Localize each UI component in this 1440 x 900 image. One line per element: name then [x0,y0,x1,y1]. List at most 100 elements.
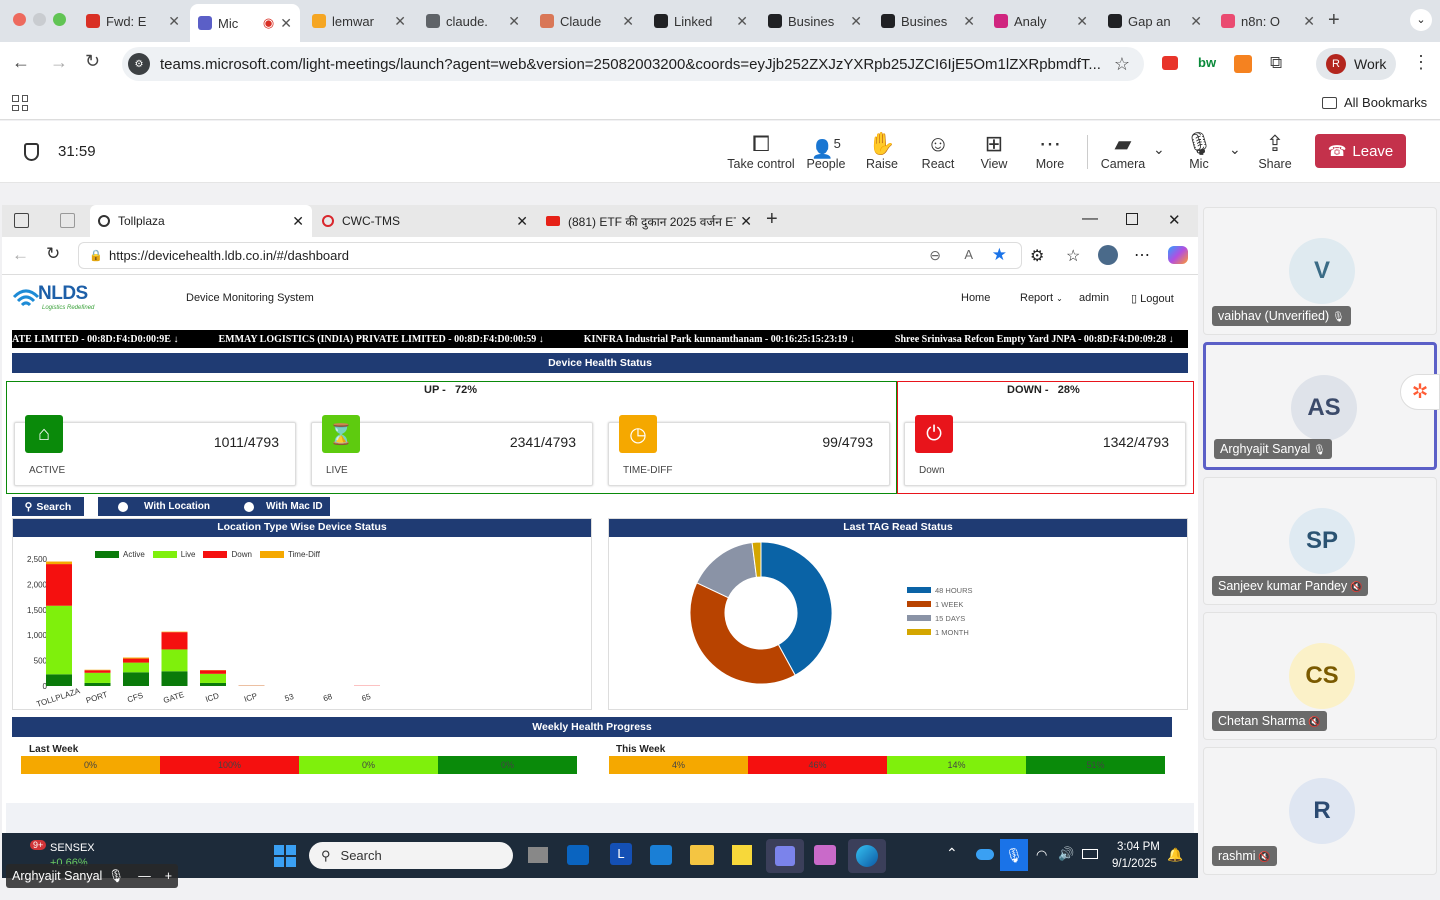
edge-back-icon[interactable]: ← [12,245,29,265]
expand-share-icon[interactable]: + [165,869,172,883]
windows-start-icon[interactable] [274,845,296,867]
browser-tab[interactable]: Linked ✕ [646,8,756,34]
show-hidden-icons-icon[interactable]: ⌃ [946,845,958,862]
extension-bw-icon[interactable]: bw [1198,55,1216,70]
reload-icon[interactable]: ↻ [85,51,100,72]
edge-profile-avatar[interactable] [1098,245,1118,265]
site-info-icon[interactable]: ⚙ [128,53,150,75]
edge-address-bar[interactable]: 🔒 https://devicehealth.ldb.co.in/#/dashb… [78,242,1022,269]
nav-admin[interactable]: admin [1079,292,1109,304]
zoom-icon[interactable]: ⊖ [929,247,941,264]
apps-grid-icon[interactable] [12,95,28,111]
minimize-window-button[interactable] [33,13,46,26]
bar-segment[interactable] [200,670,226,674]
bar-segment[interactable] [46,605,72,675]
favorite-star-icon[interactable]: ★ [992,245,1007,265]
back-icon[interactable]: ← [12,52,30,73]
nav-home[interactable]: Home [961,292,990,304]
bar-segment[interactable] [84,670,111,673]
close-tab-icon[interactable]: ✕ [740,213,752,230]
outlook-new-icon[interactable] [650,845,672,865]
bar-segment[interactable] [46,674,72,686]
edge-favorites-icon[interactable]: ☆ [1066,246,1080,266]
file-explorer-icon[interactable] [690,845,714,865]
extension-orange-icon[interactable] [1234,55,1252,73]
participant-tile[interactable]: AS Arghyajit Sanyal 🎙 [1203,342,1437,470]
nav-report[interactable]: Report ⌄ [1020,292,1063,304]
close-tab-icon[interactable]: ✕ [736,13,748,30]
nlds-logo[interactable]: NLDS Logistics Redefined [12,283,102,317]
close-tab-icon[interactable]: ✕ [292,213,304,230]
close-tab-icon[interactable]: ✕ [168,13,180,30]
active-card[interactable]: ⌂ 1011/4793 ACTIVE [14,415,296,486]
minimize-share-icon[interactable]: — [138,869,151,883]
snipping-tool-icon[interactable] [814,845,836,865]
bar-segment[interactable] [123,658,149,663]
close-tab-icon[interactable]: ✕ [1190,13,1202,30]
edge-tab-youtube[interactable]: (881) ETF की दुकान 2025 वर्जन ETF ✕ [538,205,760,237]
edge-menu-icon[interactable]: ⋯ [1134,245,1150,265]
down-card[interactable]: ⏻ 1342/4793 Down [904,415,1186,486]
browser-tab[interactable]: Mic ◉ ✕ [190,4,300,42]
participant-tile[interactable]: CS Chetan Sharma 🔇 [1203,612,1437,740]
more-button[interactable]: ⋯ More [1015,131,1085,171]
close-tab-icon[interactable]: ✕ [516,213,528,230]
bar-segment[interactable] [200,682,226,686]
browser-tab[interactable]: Analy ✕ [986,8,1096,34]
search-button[interactable]: ⚲ Search [12,497,84,516]
take-control-button[interactable]: ⧠ Take control [726,131,796,171]
taskbar-time[interactable]: 3:04 PM [1117,841,1160,853]
participant-tile[interactable]: Vvaibhav (Unverified) 🎙 [1203,207,1437,335]
live-card[interactable]: ⌛ 2341/4793 LIVE [311,415,593,486]
task-view-icon[interactable] [528,847,548,863]
edge-minimize-icon[interactable]: — [1082,210,1098,228]
all-bookmarks-button[interactable]: All Bookmarks [1322,95,1427,110]
donut-slice[interactable] [689,582,796,685]
volume-icon[interactable]: 🔊 [1058,846,1074,862]
camera-button[interactable]: ▰ Camera [1088,131,1158,171]
taskbar-search[interactable]: ⚲ Search [309,842,513,869]
mic-button[interactable]: 🎙 Mic [1164,131,1234,171]
onedrive-icon[interactable] [976,849,994,860]
browser-tab[interactable]: lemwar ✕ [304,8,414,34]
copilot-icon[interactable] [1168,246,1188,264]
address-bar[interactable]: ⚙ teams.microsoft.com/light-meetings/lau… [122,47,1144,81]
browser-tab[interactable]: Busines ✕ [760,8,870,34]
edge-refresh-icon[interactable]: ↻ [46,244,60,264]
bar-segment[interactable] [123,657,149,659]
close-tab-icon[interactable]: ✕ [963,13,975,30]
browser-tab[interactable]: Gap an ✕ [1100,8,1210,34]
mic-options-chevron-icon[interactable]: ⌄ [1229,141,1241,158]
close-tab-icon[interactable]: ✕ [394,13,406,30]
edge-tab-cwc[interactable]: CWC-TMS ✕ [314,205,536,237]
bar-segment[interactable] [161,649,188,672]
maximize-window-button[interactable] [53,13,66,26]
extension-screencast-icon[interactable] [1162,56,1178,70]
participant-tile[interactable]: SP Sanjeev kumar Pandey 🔇 [1203,477,1437,605]
bar-segment[interactable] [161,671,188,686]
bar-segment[interactable] [161,632,188,650]
nav-logout[interactable]: ▯ Logout [1131,292,1174,305]
bar-segment[interactable] [84,669,111,671]
close-tab-icon[interactable]: ✕ [622,13,634,30]
edge-new-tab-icon[interactable]: + [766,208,778,231]
forward-icon[interactable]: → [50,52,68,73]
edge-tab-tollplaza[interactable]: Tollplaza ✕ [90,205,312,237]
edge-taskbar-icon[interactable] [848,839,886,873]
browser-tab[interactable]: Claude ✕ [532,8,642,34]
taskbar-date[interactable]: 9/1/2025 [1112,858,1157,870]
bar-segment[interactable] [161,631,188,633]
teams-taskbar-icon[interactable] [766,839,804,873]
bar-segment[interactable] [84,672,111,683]
browser-tab[interactable]: Busines ✕ [873,8,983,34]
read-aloud-icon[interactable]: A [964,247,973,262]
edge-sidebar-icon[interactable] [14,213,29,228]
hubspot-extension-icon[interactable]: ✲ [1400,374,1440,410]
browser-tab[interactable]: claude. ✕ [418,8,528,34]
close-tab-icon[interactable]: ✕ [850,13,862,30]
microphone-active-icon[interactable]: 🎙 [1000,839,1028,871]
notification-bell-icon[interactable]: 🔔 [1167,847,1183,863]
camera-options-chevron-icon[interactable]: ⌄ [1153,141,1165,158]
close-tab-icon[interactable]: ✕ [508,13,520,30]
bar-segment[interactable] [200,673,226,683]
